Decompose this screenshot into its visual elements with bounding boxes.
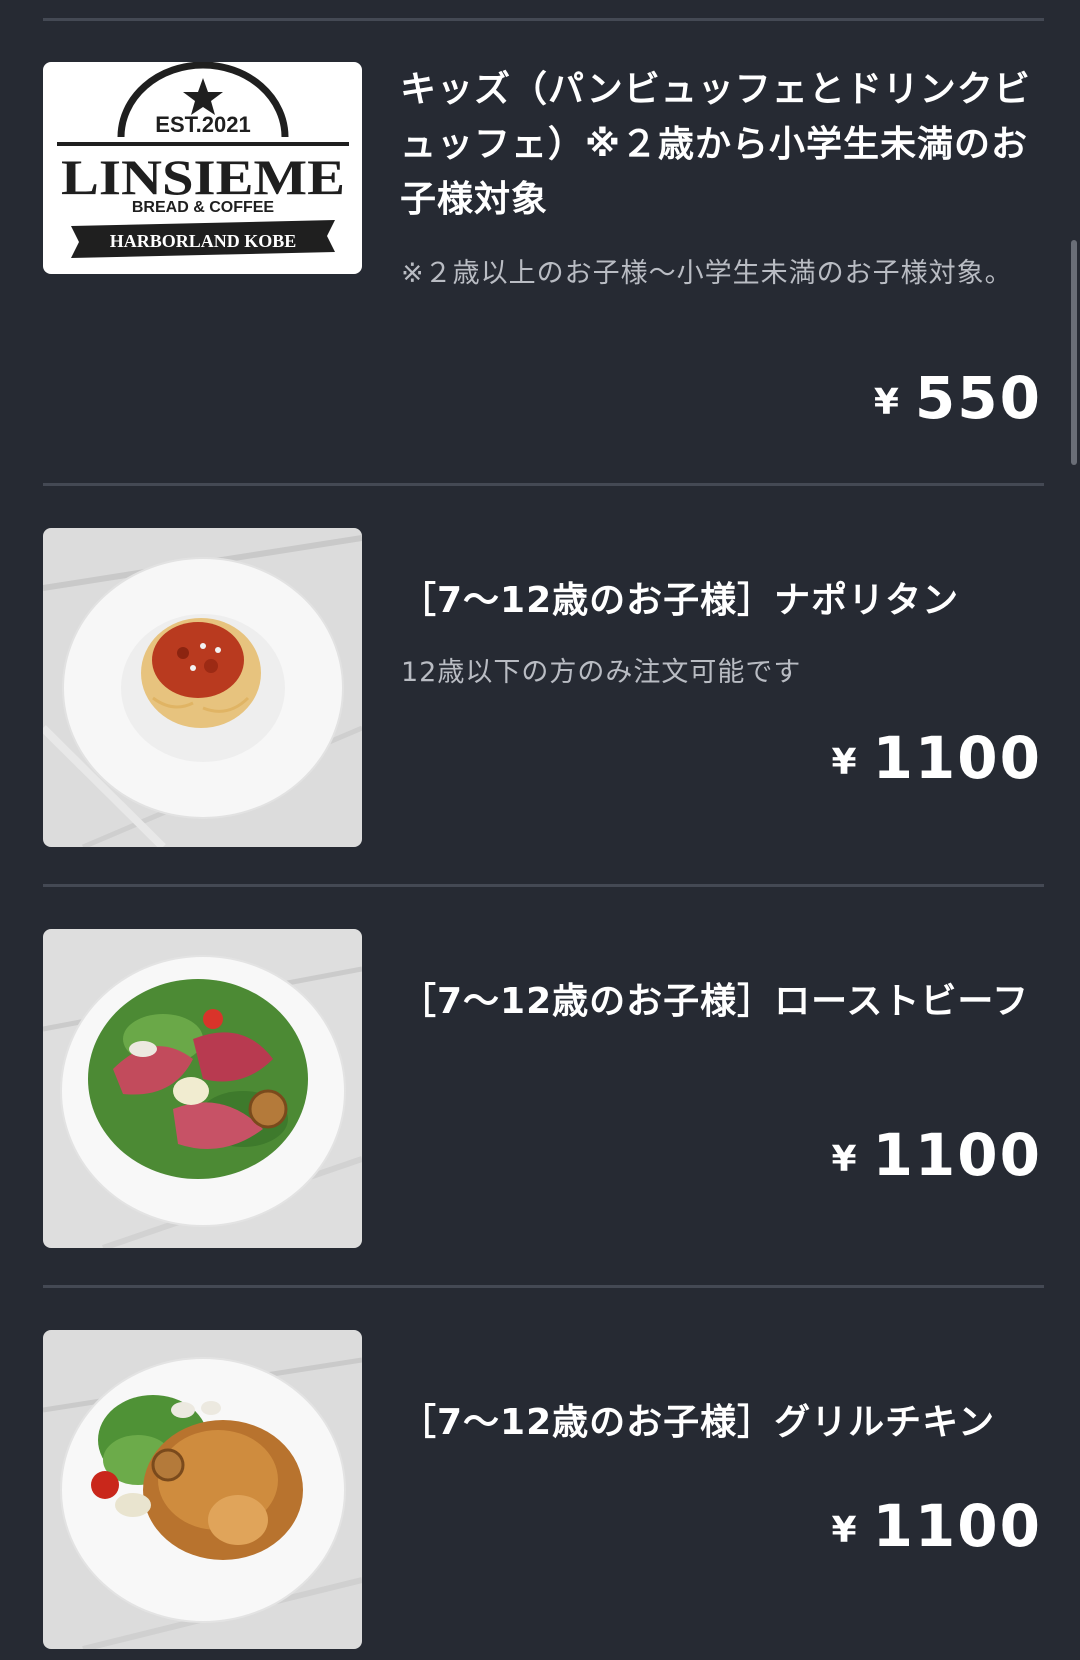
price-value: 1100 [872,1492,1042,1560]
currency-symbol: ¥ [831,1510,859,1551]
logo-banner: HARBORLAND KOBE [110,231,297,251]
scrollbar[interactable] [1071,240,1077,465]
item-price: ¥1100 [832,724,1043,792]
divider [43,18,1044,21]
menu-item-kids-buffet[interactable]: EST.2021 LINSIEME BREAD & COFFEE HARBORL… [0,62,1080,482]
item-title: ［7〜12歳のお子様］グリルチキン [400,1402,996,1443]
logo-subtitle: BREAD & COFFEE [132,199,275,216]
currency-symbol: ¥ [831,742,859,783]
divider [43,483,1044,486]
item-price: ¥550 [874,364,1042,432]
linsieme-logo-image: EST.2021 LINSIEME BREAD & COFFEE HARBORL… [43,62,362,274]
item-description: 12歳以下の方のみ注文可能です [401,657,802,688]
roast-beef-photo [43,929,362,1248]
napolitan-photo [43,528,362,847]
logo-name: LINSIEME [61,149,345,205]
price-value: 550 [914,364,1042,432]
item-title: キッズ（パンビュッフェとドリンクビュッフェ）※２歳から小学生未満のお子様対象 [400,69,1031,220]
menu-item-grilled-chicken[interactable]: ［7〜12歳のお子様］グリルチキン ¥1100 [0,1330,1080,1660]
logo-est: EST.2021 [155,112,250,137]
item-price: ¥1100 [832,1492,1043,1560]
star-icon [183,78,223,115]
item-description: ※２歳以上のお子様〜小学生未満のお子様対象。 [401,258,1013,289]
item-title: ［7〜12歳のお子様］ナポリタン [400,580,960,621]
currency-symbol: ¥ [831,1139,859,1180]
grilled-chicken-photo [43,1330,362,1649]
menu-list: EST.2021 LINSIEME BREAD & COFFEE HARBORL… [0,0,1080,1660]
price-value: 1100 [872,724,1042,792]
menu-item-roast-beef[interactable]: ［7〜12歳のお子様］ローストビーフ ¥1100 [0,929,1080,1279]
divider [43,1285,1044,1288]
divider [43,884,1044,887]
item-price: ¥1100 [832,1121,1043,1189]
currency-symbol: ¥ [873,382,901,423]
menu-item-napolitan[interactable]: ［7〜12歳のお子様］ナポリタン 12歳以下の方のみ注文可能です ¥1100 [0,528,1080,878]
price-value: 1100 [872,1121,1042,1189]
item-title: ［7〜12歳のお子様］ローストビーフ [400,981,1030,1022]
